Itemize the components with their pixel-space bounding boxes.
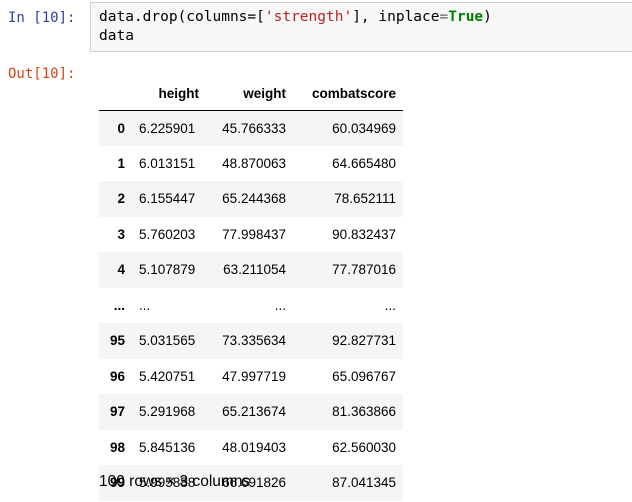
cell-weight: 73.335634 [222, 333, 286, 349]
code-operator-token: = [439, 9, 449, 25]
table-row: 97 5.291968 65.213674 81.363866 [99, 394, 403, 430]
cell-combatscore: 78.652111 [334, 191, 396, 207]
column-header-combatscore: combatscore [293, 78, 403, 111]
table-row: 95 5.031565 73.335634 92.827731 [99, 323, 403, 359]
cell-height: ... [139, 297, 151, 313]
cell-combatscore: 90.832437 [332, 226, 396, 242]
output-prompt: Out[10]: [8, 66, 76, 82]
table-row: ............ [99, 288, 403, 324]
cell-height: 5.107879 [139, 262, 196, 278]
code-keyword-token: True [448, 9, 484, 25]
table-header: height weight combatscore [99, 78, 403, 111]
row-index: 96 [109, 368, 125, 384]
row-index: ... [113, 297, 125, 313]
table-row: 98 5.845136 48.019403 62.560030 [99, 430, 403, 466]
cell-combatscore: 62.560030 [332, 439, 396, 455]
cell-combatscore: 77.787016 [332, 262, 396, 278]
row-index: 98 [109, 439, 125, 455]
row-index: 95 [109, 333, 125, 349]
dataframe-table: height weight combatscore 0 6.225901 45.76… [99, 78, 403, 501]
header-row: height weight combatscore [99, 78, 403, 111]
cell-weight: 63.211054 [223, 262, 286, 278]
cell-height: 5.760203 [139, 226, 196, 242]
cell-height: 6.225901 [139, 120, 196, 136]
cell-height: 5.031565 [139, 333, 196, 349]
table-row: 0 6.225901 45.766333 60.034969 [99, 110, 403, 146]
row-index: 0 [117, 120, 125, 136]
code-token: data.drop(columns=[ [99, 9, 265, 25]
cell-weight: 45.766333 [222, 120, 286, 136]
cell-height: 5.291968 [139, 404, 196, 420]
cell-weight: 65.244368 [222, 191, 286, 207]
cell-weight: 48.870063 [222, 155, 286, 171]
row-index: 2 [117, 191, 125, 207]
cell-height: 5.420751 [139, 368, 196, 384]
cell-weight: 77.998437 [222, 226, 286, 242]
dataframe-shape-summary: 100 rows × 3 columns [99, 473, 251, 490]
row-index: 97 [109, 404, 125, 420]
table-row: 1 6.013151 48.870063 64.665480 [99, 146, 403, 182]
table-row: 96 5.420751 47.997719 65.096767 [99, 359, 403, 395]
cell-combatscore: ... [384, 297, 396, 313]
code-cell-editor[interactable]: data.drop(columns=['strength'], inplace=… [90, 2, 632, 52]
code-token: ], inplace [352, 9, 440, 25]
row-index: 3 [117, 226, 125, 242]
table-row: 3 5.760203 77.998437 90.832437 [99, 217, 403, 253]
row-index: 1 [117, 155, 125, 171]
input-prompt: In [10]: [8, 10, 76, 26]
code-line-2: data [99, 28, 134, 44]
table-body: 0 6.225901 45.766333 60.034969 1 6.013151 48.8… [99, 110, 403, 501]
cell-weight: 65.213674 [222, 404, 286, 420]
code-line-1: data.drop(columns=['strength'], inplace=… [99, 9, 492, 25]
table-row: 4 5.107879 63.211054 77.787016 [99, 252, 403, 288]
column-header-height: height [132, 78, 206, 111]
cell-combatscore: 60.034969 [332, 120, 396, 136]
cell-combatscore: 87.041345 [332, 475, 396, 491]
cell-weight: ... [274, 297, 286, 313]
code-string-token: 'strength' [264, 9, 353, 25]
cell-combatscore: 92.827731 [332, 333, 396, 349]
row-index: 4 [117, 262, 125, 278]
index-header [99, 78, 132, 111]
cell-height: 6.013151 [139, 155, 196, 171]
code-token: ) [483, 9, 492, 25]
cell-weight: 48.019403 [222, 439, 286, 455]
cell-height: 6.155447 [139, 191, 196, 207]
cell-height: 5.845136 [139, 439, 196, 455]
cell-weight: 47.997719 [222, 368, 286, 384]
cell-combatscore: 81.363866 [332, 404, 396, 420]
table-row: 2 6.155447 65.244368 78.652111 [99, 181, 403, 217]
cell-combatscore: 65.096767 [332, 368, 396, 384]
column-header-weight: weight [206, 78, 293, 111]
cell-combatscore: 64.665480 [332, 155, 396, 171]
